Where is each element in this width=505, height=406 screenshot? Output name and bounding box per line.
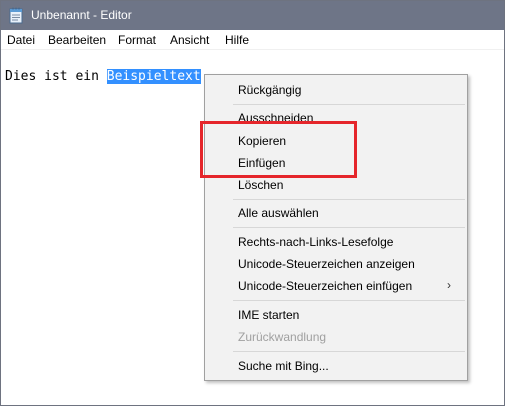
menu-item-insert-unicode[interactable]: Unicode-Steuerzeichen einfügen [238,279,412,293]
plain-text: Dies ist ein [5,69,107,84]
menu-datei[interactable]: Datei [7,33,35,47]
menu-item-select-all[interactable]: Alle auswählen [238,206,319,220]
text-line[interactable]: Dies ist ein Beispieltext [5,69,201,85]
title-bar[interactable]: Unbenannt - Editor [1,1,504,30]
menu-item-search-bing[interactable]: Suche mit Bing... [238,359,329,373]
menu-separator [233,104,465,105]
menu-item-undo[interactable]: Rückgängig [238,83,301,97]
menu-item-rtl-reading[interactable]: Rechts-nach-Links-Lesefolge [238,235,393,249]
chevron-right-icon: › [447,278,451,292]
menu-separator [233,199,465,200]
menu-separator [233,300,465,301]
menu-bearbeiten[interactable]: Bearbeiten [48,33,106,47]
menu-bar: Datei Bearbeiten Format Ansicht Hilfe [1,30,504,50]
menu-item-ime-start[interactable]: IME starten [238,308,299,322]
selected-text[interactable]: Beispieltext [106,69,201,84]
menu-format[interactable]: Format [118,33,156,47]
menu-separator [233,227,465,228]
window-title: Unbenannt - Editor [31,8,132,22]
menu-hilfe[interactable]: Hilfe [225,33,249,47]
menu-item-delete[interactable]: Löschen [238,178,283,192]
menu-item-reconversion: Zurückwandlung [238,330,327,344]
menu-item-show-unicode[interactable]: Unicode-Steuerzeichen anzeigen [238,257,415,271]
highlight-box [200,121,357,178]
menu-separator [233,351,465,352]
menu-ansicht[interactable]: Ansicht [170,33,209,47]
notepad-icon [9,7,23,24]
